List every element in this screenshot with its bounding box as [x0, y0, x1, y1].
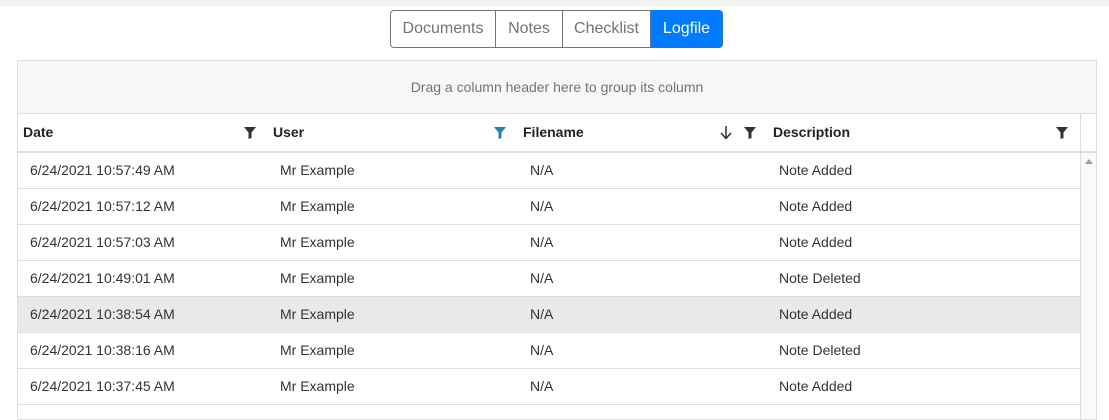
filename-cell: N/A: [530, 270, 554, 286]
chevron-up-icon[interactable]: [1085, 159, 1093, 164]
filter-icon[interactable]: [494, 127, 506, 139]
user-cell: Mr Example: [280, 162, 355, 178]
header-scroll-gutter: [1080, 114, 1096, 151]
column-header-label: Filename: [523, 124, 584, 140]
table-row[interactable]: 6/24/2021 10:37:45 AM Mr Example N/A Not…: [18, 369, 1080, 405]
date-cell: 6/24/2021 10:38:54 AM: [30, 306, 175, 322]
table-row[interactable]: 6/24/2021 10:57:49 AM Mr Example N/A Not…: [18, 153, 1080, 189]
description-cell: Note Added: [779, 162, 853, 178]
top-strip: [0, 0, 1109, 6]
date-cell: 6/24/2021 10:49:01 AM: [30, 270, 175, 286]
column-header-description[interactable]: Description: [768, 114, 1080, 151]
description-cell: Note Deleted: [779, 342, 861, 358]
user-cell: Mr Example: [280, 342, 355, 358]
column-header-user[interactable]: User: [268, 114, 518, 151]
filter-icon[interactable]: [1056, 127, 1068, 139]
user-cell: Mr Example: [280, 270, 355, 286]
tab-documents[interactable]: Documents: [390, 10, 496, 48]
date-cell: 6/24/2021 10:57:03 AM: [30, 234, 175, 250]
column-header-label: Date: [23, 124, 54, 140]
table-row[interactable]: 6/24/2021 10:38:16 AM Mr Example N/A Not…: [18, 333, 1080, 369]
column-header-filename[interactable]: Filename: [518, 114, 768, 151]
logfile-grid: Drag a column header here to group its c…: [17, 60, 1097, 420]
user-cell: Mr Example: [280, 378, 355, 394]
description-cell: Note Deleted: [779, 270, 861, 286]
tab-group: Documents Notes Checklist Logfile: [390, 10, 723, 48]
vertical-scrollbar[interactable]: [1080, 153, 1096, 419]
date-cell: 6/24/2021 10:57:49 AM: [30, 162, 175, 178]
table-row[interactable]: 6/24/2021 10:57:12 AM Mr Example N/A Not…: [18, 189, 1080, 225]
grid-body: 6/24/2021 10:57:49 AM Mr Example N/A Not…: [18, 153, 1096, 419]
filter-icon[interactable]: [744, 127, 756, 139]
date-cell: 6/24/2021 10:38:16 AM: [30, 342, 175, 358]
date-cell: 6/24/2021 10:57:12 AM: [30, 198, 175, 214]
filename-cell: N/A: [530, 234, 554, 250]
filename-cell: N/A: [530, 162, 554, 178]
user-cell: Mr Example: [280, 198, 355, 214]
tab-logfile[interactable]: Logfile: [651, 10, 723, 48]
grid-header: Date User Filename Description: [18, 114, 1096, 153]
user-cell: Mr Example: [280, 306, 355, 322]
table-row[interactable]: 6/24/2021 10:57:03 AM Mr Example N/A Not…: [18, 225, 1080, 261]
filename-cell: N/A: [530, 198, 554, 214]
description-cell: Note Added: [779, 198, 853, 214]
table-row[interactable]: 6/24/2021 10:49:01 AM Mr Example N/A Not…: [18, 261, 1080, 297]
tab-checklist[interactable]: Checklist: [563, 10, 651, 48]
filter-icon[interactable]: [244, 127, 256, 139]
sort-descending-icon[interactable]: [720, 126, 732, 140]
column-header-date[interactable]: Date: [18, 114, 268, 151]
filename-cell: N/A: [530, 306, 554, 322]
filename-cell: N/A: [530, 378, 554, 394]
column-header-label: User: [273, 124, 305, 140]
filename-cell: N/A: [530, 342, 554, 358]
date-cell: 6/24/2021 10:37:45 AM: [30, 378, 175, 394]
description-cell: Note Added: [779, 306, 853, 322]
tab-notes[interactable]: Notes: [496, 10, 563, 48]
table-row[interactable]: 6/24/2021 10:38:54 AM Mr Example N/A Not…: [18, 297, 1080, 333]
column-header-label: Description: [773, 124, 851, 140]
user-cell: Mr Example: [280, 234, 355, 250]
group-panel[interactable]: Drag a column header here to group its c…: [18, 61, 1096, 114]
description-cell: Note Added: [779, 234, 853, 250]
description-cell: Note Added: [779, 378, 853, 394]
